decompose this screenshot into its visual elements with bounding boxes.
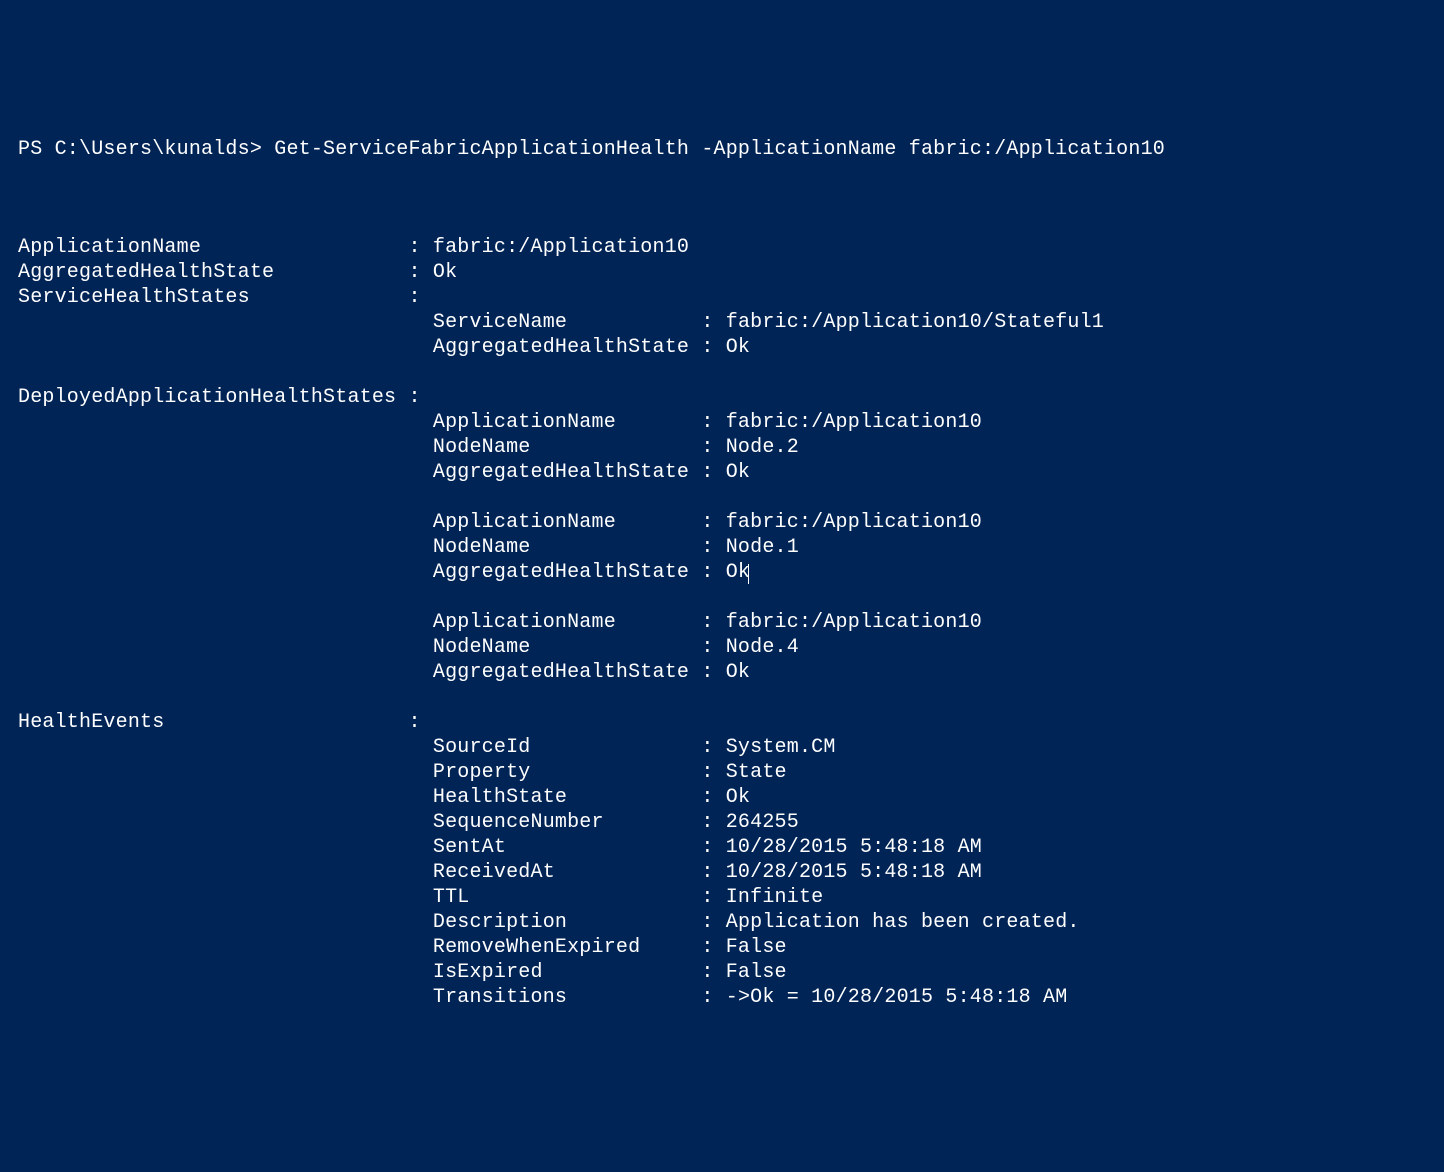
output-block: ApplicationName : fabric:/Application10 … (18, 235, 1426, 1010)
field-health-events: HealthEvents : (18, 711, 433, 734)
field-deployed-app-health-states: DeployedApplicationHealthStates : (18, 386, 433, 409)
deployed-app-item: ApplicationName : fabric:/Application10 … (18, 511, 982, 584)
text-cursor (748, 564, 749, 584)
field-aggregated-health-state: AggregatedHealthState : Ok (18, 261, 457, 284)
field-service-health-states: ServiceHealthStates : (18, 286, 433, 309)
prompt-prefix: PS C:\Users\kunalds> (18, 138, 274, 161)
command-text: Get-ServiceFabricApplicationHealth -Appl… (274, 138, 1165, 161)
field-application-name: ApplicationName : fabric:/Application10 (18, 236, 689, 259)
powershell-terminal[interactable]: PS C:\Users\kunalds> Get-ServiceFabricAp… (18, 112, 1426, 1035)
command-prompt-line: PS C:\Users\kunalds> Get-ServiceFabricAp… (18, 137, 1426, 162)
service-health-item: ServiceName : fabric:/Application10/Stat… (18, 311, 1104, 359)
deployed-app-item: ApplicationName : fabric:/Application10 … (18, 411, 982, 484)
deployed-app-item: ApplicationName : fabric:/Application10 … (18, 611, 982, 684)
health-event-item: SourceId : System.CM Property : State He… (18, 736, 1080, 1009)
